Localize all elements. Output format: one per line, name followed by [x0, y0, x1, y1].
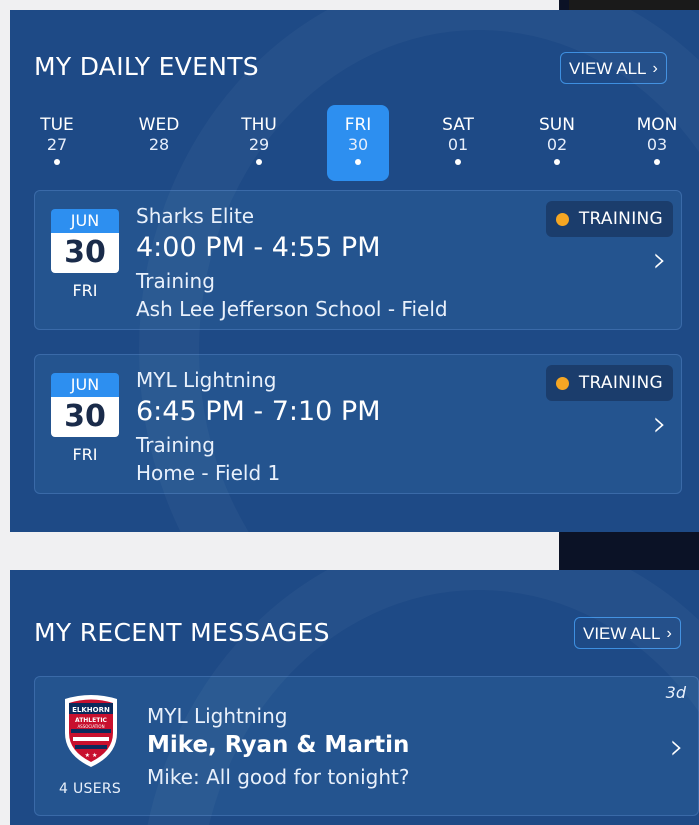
- event-dot-icon: [554, 159, 560, 165]
- day-of-week: TUE: [40, 115, 74, 135]
- tag-label: TRAINING: [578, 373, 663, 393]
- event-dot-icon: [654, 159, 660, 165]
- calendar-month: JUN: [51, 373, 119, 397]
- day-thu[interactable]: THU 29: [228, 105, 290, 181]
- chevron-right-icon[interactable]: ›: [653, 240, 667, 281]
- day-of-week: THU: [241, 115, 277, 135]
- messages-panel-title: MY RECENT MESSAGES: [34, 618, 330, 647]
- status-dot-icon: [555, 212, 569, 226]
- calendar-date-badge: JUN 30 FRI: [51, 209, 119, 300]
- chevron-right-icon: ›: [652, 59, 658, 77]
- day-tue[interactable]: TUE 27: [26, 105, 88, 181]
- svg-text:★ ★: ★ ★: [85, 752, 98, 759]
- chevron-right-icon[interactable]: ›: [653, 404, 667, 445]
- events-panel-title: MY DAILY EVENTS: [34, 52, 259, 81]
- day-number: 29: [248, 135, 270, 154]
- day-number: 01: [447, 135, 469, 154]
- event-time: 4:00 PM - 4:55 PM: [136, 232, 381, 263]
- day-of-week: FRI: [344, 115, 372, 135]
- calendar-date-badge: JUN 30 FRI: [51, 373, 119, 464]
- chevron-right-icon[interactable]: ›: [670, 727, 684, 768]
- view-all-label: VIEW ALL: [583, 623, 661, 643]
- event-type: Training: [136, 269, 215, 293]
- day-sun[interactable]: SUN 02: [526, 105, 588, 181]
- day-number: 02: [546, 135, 568, 154]
- day-of-week: SAT: [442, 115, 474, 135]
- event-card[interactable]: JUN 30 FRI MYL Lightning 6:45 PM - 7:10 …: [34, 354, 682, 494]
- message-thread-card[interactable]: ELKHORN ATHLETIC ASSOCIATION ★ ★ 4 USERS…: [34, 676, 699, 816]
- crest-top-text: ELKHORN: [72, 706, 110, 714]
- day-number: 27: [46, 135, 68, 154]
- day-of-week: WED: [138, 115, 180, 135]
- event-dot-icon: [455, 159, 461, 165]
- event-location: Ash Lee Jefferson School - Field: [136, 297, 448, 321]
- user-count: 4 USERS: [59, 781, 122, 797]
- event-team: MYL Lightning: [136, 368, 277, 392]
- day-wed[interactable]: WED 28: [128, 105, 190, 181]
- day-sat[interactable]: SAT 01: [427, 105, 489, 181]
- calendar-day: 30: [51, 233, 119, 273]
- status-dot-icon: [555, 376, 569, 390]
- day-mon[interactable]: MON 03: [626, 105, 688, 181]
- event-dot-icon: [355, 159, 361, 165]
- event-card[interactable]: JUN 30 FRI Sharks Elite 4:00 PM - 4:55 P…: [34, 190, 682, 330]
- tag-label: TRAINING: [578, 209, 663, 229]
- calendar-day: 30: [51, 397, 119, 437]
- recent-messages-panel: MY RECENT MESSAGES VIEW ALL › ELKHORN AT…: [10, 570, 699, 825]
- day-fri-selected[interactable]: FRI 30: [327, 105, 389, 181]
- chevron-right-icon: ›: [666, 624, 672, 642]
- message-age: 3d: [665, 683, 686, 702]
- message-participants: Mike, Ryan & Martin: [147, 732, 410, 758]
- day-of-week: SUN: [539, 115, 575, 135]
- events-view-all-button[interactable]: VIEW ALL ›: [560, 52, 667, 84]
- event-location: Home - Field 1: [136, 461, 281, 485]
- event-dot-icon: [256, 159, 262, 165]
- daily-events-panel: MY DAILY EVENTS VIEW ALL › TUE 27 WED 28…: [10, 10, 699, 532]
- event-time: 6:45 PM - 7:10 PM: [136, 396, 381, 427]
- team-crest-icon: ELKHORN ATHLETIC ASSOCIATION ★ ★: [65, 695, 117, 767]
- calendar-weekday: FRI: [72, 281, 98, 300]
- calendar-month: JUN: [51, 209, 119, 233]
- calendar-weekday: FRI: [72, 445, 98, 464]
- day-number: 28: [148, 135, 170, 154]
- event-team: Sharks Elite: [136, 204, 255, 228]
- message-preview: Mike: All good for tonight?: [147, 765, 410, 789]
- crest-middle-text: ATHLETIC: [75, 717, 108, 724]
- messages-view-all-button[interactable]: VIEW ALL ›: [574, 617, 681, 649]
- message-team: MYL Lightning: [147, 704, 288, 728]
- crest-bottom-text: ASSOCIATION: [77, 724, 104, 729]
- day-number: 03: [646, 135, 668, 154]
- event-dot-icon: [54, 159, 60, 165]
- view-all-label: VIEW ALL: [569, 58, 647, 78]
- day-number: 30: [347, 135, 369, 154]
- event-type-tag: TRAINING: [545, 365, 673, 401]
- day-of-week: MON: [636, 115, 678, 135]
- day-selector: TUE 27 WED 28 THU 29 FRI 30 SAT 01 SUN 0…: [26, 105, 699, 183]
- event-type-tag: TRAINING: [545, 201, 673, 237]
- event-type: Training: [136, 433, 215, 457]
